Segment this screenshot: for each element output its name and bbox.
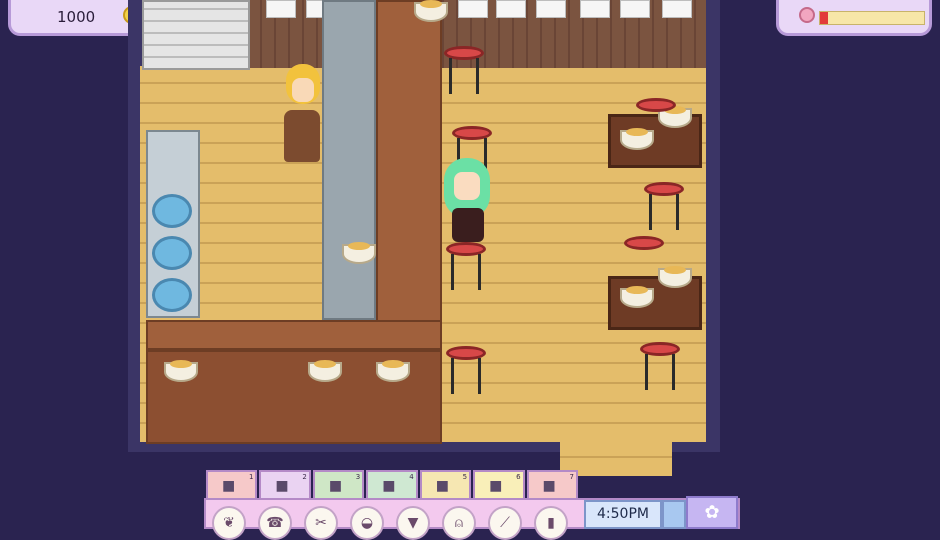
table-stool [624,236,664,250]
stool-legs [451,358,481,394]
ramen-bowl[interactable] [376,360,410,382]
stool-legs [451,254,481,290]
tab-1[interactable]: ■ 1 [206,470,258,500]
stool-legs [645,354,675,390]
clock: 4:50PM [584,500,662,529]
tongs-icon[interactable]: ✂ [304,506,338,540]
customer-face [454,172,480,200]
prep-counter[interactable] [322,0,376,320]
wall-note [580,0,610,18]
mood-panel [776,0,932,36]
ramen-bowl[interactable] [658,266,692,288]
tab-7[interactable]: ■ 7 [526,470,578,500]
wall-note [536,0,566,18]
chef-character[interactable] [284,110,320,162]
drink-icon[interactable]: ▮ [534,506,568,540]
serving-counter [146,320,442,350]
card-icon: ■ [275,478,289,494]
tab-2[interactable]: ■ 2 [259,470,311,500]
city-icon: ■ [435,478,449,494]
flower-icon [799,7,815,23]
ramen-bowl[interactable] [308,360,342,382]
noodle-pot[interactable] [152,236,192,270]
tab-6[interactable]: ■ 6 [473,470,525,500]
bell-icon[interactable]: ⍝ [442,506,476,540]
category-tabs: ■ 1 ■ 2 ■ 3 ■ 4 ■ 5 ■ 6 ■ 7 [206,470,578,500]
tab-4[interactable]: ■ 4 [366,470,418,500]
tab-number: 6 [516,473,521,481]
mood-bar [819,11,925,25]
wall-note [496,0,526,18]
wall-note [620,0,650,18]
ramen-bowl[interactable] [414,0,448,22]
table-stool [636,98,676,112]
tab-3[interactable]: ■ 3 [312,470,365,500]
stairs[interactable] [142,0,250,70]
ramen-bowl[interactable] [342,242,376,264]
ramen-bowl[interactable] [620,286,654,308]
bag-icon: ■ [222,478,236,494]
ice-cream-icon[interactable]: ▼ [396,506,430,540]
wall-note [266,0,296,18]
tab-number: 4 [409,473,414,481]
tab-number: 7 [569,473,574,481]
wall-note [458,0,488,18]
moon-icon: ■ [489,478,503,494]
ramen-bowl[interactable] [620,128,654,150]
money-amount: 1000 [57,8,96,26]
tab-5[interactable]: ■ 5 [419,470,472,500]
customer-character[interactable] [452,208,484,242]
phone-icon[interactable]: ☎ [258,506,292,540]
tab-number: 3 [355,473,361,481]
wall-note [662,0,692,18]
flower-plant-icon: ■ [328,478,343,494]
knife-icon[interactable]: ⟋ [488,506,522,540]
noodle-pot[interactable] [152,278,192,312]
chef-face [292,78,314,102]
tab-number: 2 [302,473,307,481]
stool-legs [649,194,679,230]
map-icon: ■ [382,478,396,494]
clock-side-panel [662,500,686,529]
stool-legs [449,58,479,94]
serving-counter [376,0,442,330]
tab-number: 1 [248,473,254,481]
gear-icon: ■ [542,478,556,494]
bowl-icon[interactable]: ◒ [350,506,384,540]
mood-bar-fill [820,12,829,24]
sprout-icon[interactable]: ❦ [212,506,246,540]
flower-icon[interactable]: ✿ [686,496,738,529]
ramen-bowl[interactable] [164,360,198,382]
stove[interactable] [146,130,200,318]
noodle-pot[interactable] [152,194,192,228]
tab-number: 5 [462,473,468,481]
